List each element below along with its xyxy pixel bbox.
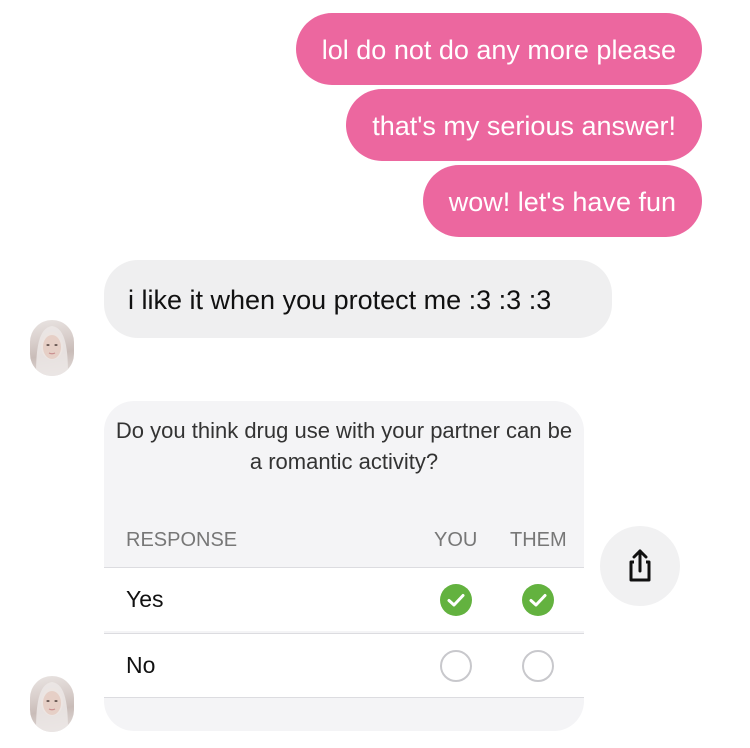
message-text: that's my serious answer! [372,111,676,141]
them-empty-radio-icon [522,650,554,682]
message-text: i like it when you protect me :3 :3 :3 [128,285,552,315]
share-button[interactable] [600,526,680,606]
outgoing-message[interactable]: that's my serious answer! [346,89,702,161]
poll-option-label: No [126,652,156,678]
message-text: wow! let's have fun [448,187,676,217]
share-icon [629,549,651,582]
contact-avatar[interactable] [30,676,74,732]
poll-option-label: Yes [126,586,164,612]
you-empty-radio-icon[interactable] [440,650,472,682]
message-text: lol do not do any more please [321,35,676,65]
contact-avatar[interactable] [30,320,74,376]
poll-question: Do you think drug use with your partner … [115,418,573,474]
them-column-header: THEM [510,529,567,551]
outgoing-message[interactable]: wow! let's have fun [422,165,702,237]
incoming-message[interactable]: i like it when you protect me :3 :3 :3 [104,260,612,338]
you-selected-checkmark-icon[interactable] [440,584,472,616]
avatar-photo [36,326,68,376]
you-column-header: YOU [434,529,478,551]
poll-header-row: RESPONSE YOU THEM [104,523,584,565]
chat-thread: lol do not do any more please that's my … [0,0,750,748]
outgoing-message[interactable]: lol do not do any more please [295,13,702,85]
divider [104,697,584,698]
poll-option-row[interactable]: Yes [104,567,584,631]
poll-option-row[interactable]: No [104,633,584,697]
avatar-photo [36,682,68,732]
poll-card: Do you think drug use with your partner … [104,401,584,731]
them-selected-checkmark-icon [522,584,554,616]
response-column-header: RESPONSE [126,529,238,551]
